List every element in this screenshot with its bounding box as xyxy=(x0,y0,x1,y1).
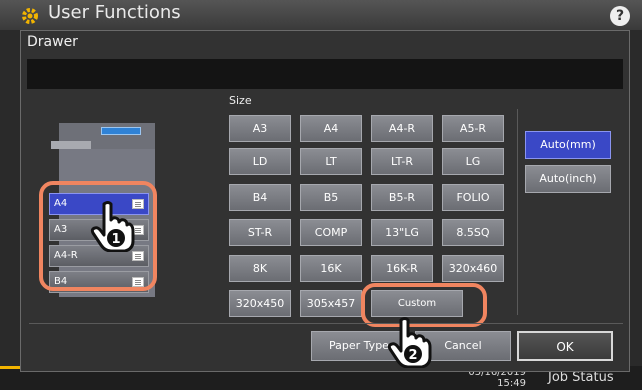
size-a4r-button[interactable]: A4-R xyxy=(371,115,433,142)
ok-button[interactable]: OK xyxy=(517,331,613,361)
hand-pointer-icon: 2 xyxy=(387,317,432,368)
accent-bar xyxy=(0,366,22,369)
status-time: 15:49 xyxy=(497,378,526,389)
size-b5-button[interactable]: B5 xyxy=(300,184,362,211)
dialog-title: Drawer xyxy=(27,34,78,50)
printer-output-tray xyxy=(51,141,91,149)
size-305x457-button[interactable]: 305x457 xyxy=(300,290,362,317)
help-icon[interactable]: ? xyxy=(610,6,630,26)
size-13lg-button[interactable]: 13"LG xyxy=(371,219,433,246)
size-lt-button[interactable]: LT xyxy=(300,148,362,175)
size-16kr-button[interactable]: 16K-R xyxy=(371,255,433,282)
size-folio-button[interactable]: FOLIO xyxy=(442,184,504,211)
hand-pointer-icon: 1 xyxy=(90,201,135,252)
callout-1-number: 1 xyxy=(111,232,120,247)
size-a3-button[interactable]: A3 xyxy=(229,115,291,142)
app-header: User Functions ? xyxy=(0,0,642,30)
gear-icon xyxy=(22,8,38,24)
app-title: User Functions xyxy=(48,2,181,23)
size-a5r-button[interactable]: A5-R xyxy=(442,115,504,142)
size-85sq-button[interactable]: 8.5SQ xyxy=(442,219,504,246)
horizontal-divider xyxy=(29,323,623,324)
size-b5r-button[interactable]: B5-R xyxy=(371,184,433,211)
message-bar xyxy=(27,59,623,89)
vertical-divider xyxy=(517,109,518,315)
size-comp-button[interactable]: COMP xyxy=(300,219,362,246)
size-ld-button[interactable]: LD xyxy=(229,148,291,175)
size-label: Size xyxy=(229,94,252,107)
auto-mm-button[interactable]: Auto(mm) xyxy=(525,131,611,159)
size-320x460-button[interactable]: 320x460 xyxy=(442,255,504,282)
printer-control-panel xyxy=(101,127,141,135)
size-8k-button[interactable]: 8K xyxy=(229,255,291,282)
job-status-button[interactable]: Job Status xyxy=(548,370,614,385)
size-ltr-button[interactable]: LT-R xyxy=(371,148,433,175)
auto-inch-button[interactable]: Auto(inch) xyxy=(525,165,611,193)
size-str-button[interactable]: ST-R xyxy=(229,219,291,246)
size-320x450-button[interactable]: 320x450 xyxy=(229,290,291,317)
size-lg-button[interactable]: LG xyxy=(442,148,504,175)
size-16k-button[interactable]: 16K xyxy=(300,255,362,282)
callout-2-number: 2 xyxy=(408,348,417,363)
size-a4-button[interactable]: A4 xyxy=(300,115,362,142)
size-b4-button[interactable]: B4 xyxy=(229,184,291,211)
screen: User Functions ? 05/16/2019 15:49 Job St… xyxy=(0,0,642,390)
